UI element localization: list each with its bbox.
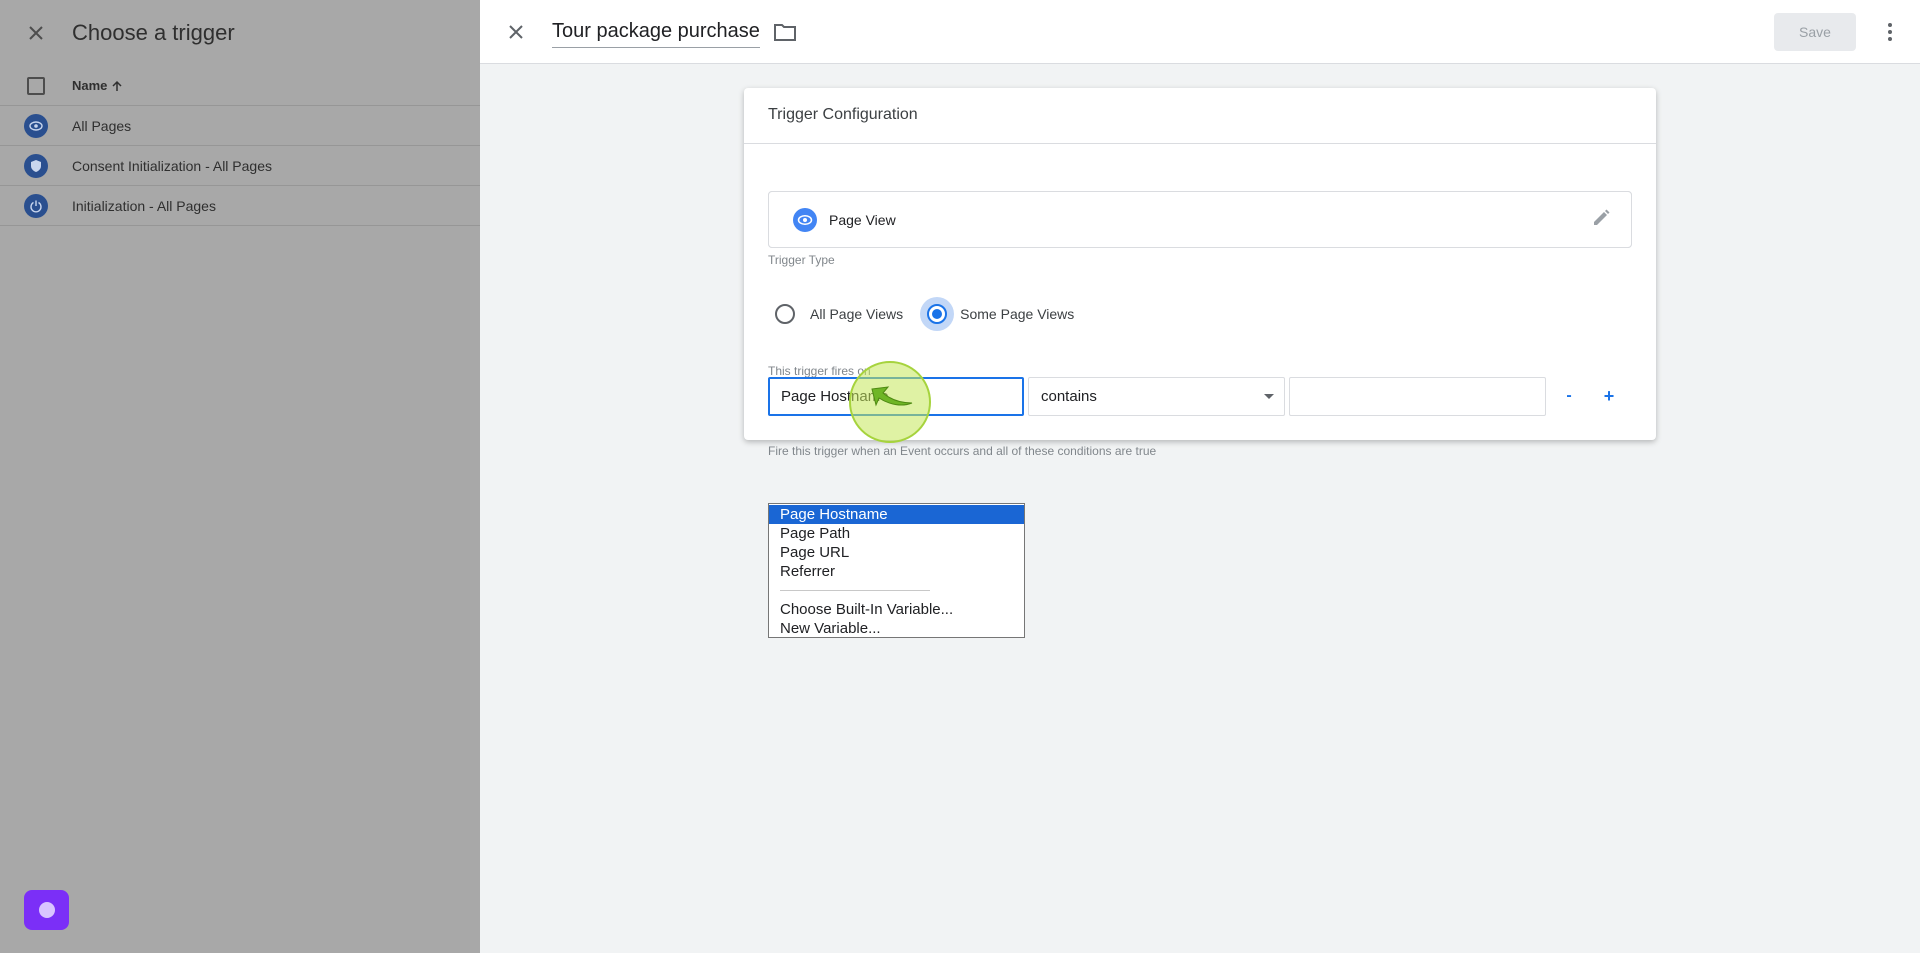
panel-title: Choose a trigger <box>72 20 235 45</box>
radio-all-page-views[interactable] <box>768 297 802 331</box>
dropdown-option-referrer[interactable]: Referrer <box>769 562 1024 581</box>
trigger-row-consent-initialization[interactable]: Consent Initialization - All Pages <box>0 146 480 186</box>
editor-topbar: Tour package purchase Save <box>480 0 1920 64</box>
condition-operator-select[interactable]: contains <box>1028 377 1285 416</box>
more-options-button[interactable] <box>1874 16 1906 48</box>
remove-condition-button[interactable]: - <box>1556 383 1582 409</box>
assistant-fab-button[interactable] <box>24 890 69 930</box>
panel-header: Choose a trigger <box>0 0 480 66</box>
add-condition-button[interactable]: + <box>1596 383 1622 409</box>
card-title: Trigger Configuration <box>744 88 1656 144</box>
dropdown-option-new-variable[interactable]: New Variable... <box>769 619 1024 638</box>
more-vert-icon <box>1888 23 1892 41</box>
radio-some-label[interactable]: Some Page Views <box>960 306 1074 322</box>
cursor-arrow-icon <box>871 386 913 407</box>
select-all-checkbox[interactable] <box>27 76 45 95</box>
close-icon <box>29 26 43 40</box>
trigger-type-label: Trigger Type <box>768 253 835 267</box>
dropdown-option-page-hostname[interactable]: Page Hostname <box>769 505 1024 524</box>
close-panel-button[interactable] <box>0 0 72 66</box>
radio-all-label[interactable]: All Page Views <box>810 306 903 322</box>
trigger-label: Initialization - All Pages <box>72 197 216 214</box>
condition-label: Fire this trigger when an Event occurs a… <box>768 444 1157 458</box>
arrow-up-icon <box>112 80 122 91</box>
trigger-type-value: Page View <box>829 211 896 228</box>
trigger-label: Consent Initialization - All Pages <box>72 157 272 174</box>
close-icon <box>509 24 523 39</box>
dropdown-option-page-url[interactable]: Page URL <box>769 543 1024 562</box>
dropdown-option-page-path[interactable]: Page Path <box>769 524 1024 543</box>
trigger-type-box[interactable]: Page View <box>768 191 1632 248</box>
dot-icon <box>38 902 55 918</box>
trigger-label: All Pages <box>72 117 132 134</box>
name-column-header[interactable]: Name <box>72 78 123 93</box>
eye-icon <box>793 207 817 232</box>
list-header: Name <box>0 66 480 106</box>
save-button[interactable]: Save <box>1774 13 1856 51</box>
choose-trigger-panel: Choose a trigger Name All Pages Consent … <box>0 0 480 953</box>
fires-on-label: This trigger fires on <box>768 364 871 378</box>
trigger-editor: Tour package purchase Save Trigger Confi… <box>480 0 1920 953</box>
variable-dropdown-list: Page Hostname Page Path Page URL Referre… <box>768 503 1025 638</box>
edit-icon[interactable] <box>1591 208 1611 233</box>
dropdown-option-built-in-variable[interactable]: Choose Built-In Variable... <box>769 600 1024 619</box>
dropdown-separator <box>769 581 1024 600</box>
trigger-row-initialization[interactable]: Initialization - All Pages <box>0 186 480 226</box>
eye-icon <box>24 113 48 138</box>
trigger-row-all-pages[interactable]: All Pages <box>0 106 480 146</box>
folder-icon[interactable] <box>773 21 796 43</box>
close-editor-button[interactable] <box>480 0 552 64</box>
dropdown-arrow-icon <box>1264 394 1274 399</box>
power-icon <box>24 193 48 218</box>
fires-on-radio-group: All Page Views Some Page Views <box>768 294 1074 334</box>
trigger-name-input[interactable]: Tour package purchase <box>552 20 760 48</box>
radio-some-page-views[interactable] <box>920 297 955 331</box>
condition-value-input[interactable] <box>1289 377 1546 416</box>
shield-icon <box>24 153 48 178</box>
